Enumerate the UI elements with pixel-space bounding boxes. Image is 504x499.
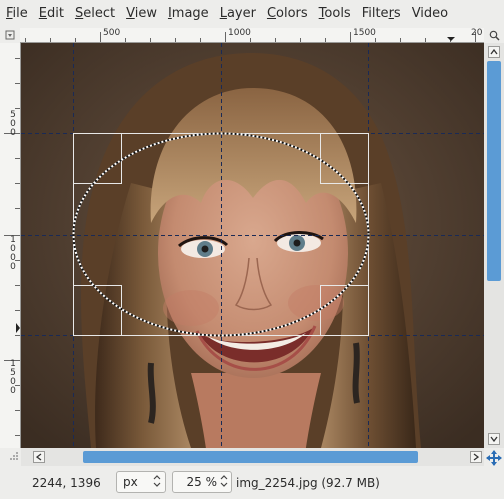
vertical-scroll-thumb[interactable] <box>487 61 501 281</box>
menubar: File Edit Select View Image Layer Colors… <box>0 0 504 27</box>
right-cheek <box>288 285 344 321</box>
zoom-value: 25 % <box>186 475 218 489</box>
neck <box>191 373 321 448</box>
top-ruler-label-500: 500 <box>103 28 121 38</box>
file-info: img_2254.jpg (92.7 MB) <box>236 476 380 490</box>
menu-arrow-icon <box>5 30 15 40</box>
top-ruler-label-1000: 1000 <box>228 28 251 38</box>
quick-mask-toggle[interactable] <box>0 28 20 42</box>
left-pupil <box>201 245 209 253</box>
resize-grip-icon <box>10 452 18 462</box>
top-ruler-label-2000: 20 <box>471 28 483 38</box>
horizontal-scrollbar[interactable] <box>21 448 484 466</box>
left-ruler[interactable]: 5 0 0 1 0 0 0 1 5 0 0 <box>0 43 21 448</box>
image-canvas[interactable] <box>21 43 484 448</box>
scroll-up-button[interactable] <box>488 46 500 58</box>
magnifier-icon <box>489 30 500 41</box>
unit-spin-icon <box>153 475 161 490</box>
left-cheek <box>163 290 219 326</box>
zoom-spin-icon <box>220 475 228 490</box>
vertical-scrollbar[interactable] <box>484 43 504 448</box>
top-ruler-label-1500: 1500 <box>353 28 376 38</box>
menu-file[interactable]: File <box>1 6 33 21</box>
pointer-coordinates: 2244, 1396 <box>32 476 101 490</box>
menu-filters[interactable]: Filters <box>357 6 406 21</box>
menu-video[interactable]: Video <box>407 6 453 21</box>
top-ruler[interactable]: 500 1000 1500 20 <box>20 28 484 43</box>
right-earring <box>352 342 360 404</box>
canvas-drawing <box>21 43 484 448</box>
menu-layer[interactable]: Layer <box>215 6 261 21</box>
left-ruler-label-1500-d4: 0 <box>10 386 16 396</box>
chevron-down-icon <box>490 436 498 442</box>
statusbar: 2244, 1396 px 25 % img_2254.jpg (92.7 MB… <box>0 467 504 499</box>
menu-select[interactable]: Select <box>70 6 120 21</box>
chevron-up-icon <box>490 49 498 55</box>
left-earring <box>147 362 156 424</box>
menu-view[interactable]: View <box>121 6 162 21</box>
horizontal-scroll-thumb[interactable] <box>83 451 418 463</box>
unit-selector[interactable]: px <box>116 471 166 493</box>
zoom-selector[interactable]: 25 % <box>172 471 232 493</box>
menu-image[interactable]: Image <box>163 6 214 21</box>
top-ruler-ticks <box>25 32 476 42</box>
menu-edit[interactable]: Edit <box>34 6 69 21</box>
chevron-right-icon <box>473 453 479 461</box>
left-ruler-label-1000-d4: 0 <box>10 262 16 272</box>
scroll-down-button[interactable] <box>488 433 500 445</box>
chevron-left-icon <box>36 453 42 461</box>
scroll-right-button[interactable] <box>470 451 482 463</box>
zoom-on-resize-toggle[interactable] <box>484 28 504 42</box>
menu-colors[interactable]: Colors <box>262 6 313 21</box>
scroll-left-button[interactable] <box>33 451 45 463</box>
left-ruler-label-500-d3: 0 <box>10 128 16 138</box>
unit-value: px <box>123 475 138 489</box>
right-pupil <box>293 239 301 247</box>
menu-tools[interactable]: Tools <box>314 6 356 21</box>
